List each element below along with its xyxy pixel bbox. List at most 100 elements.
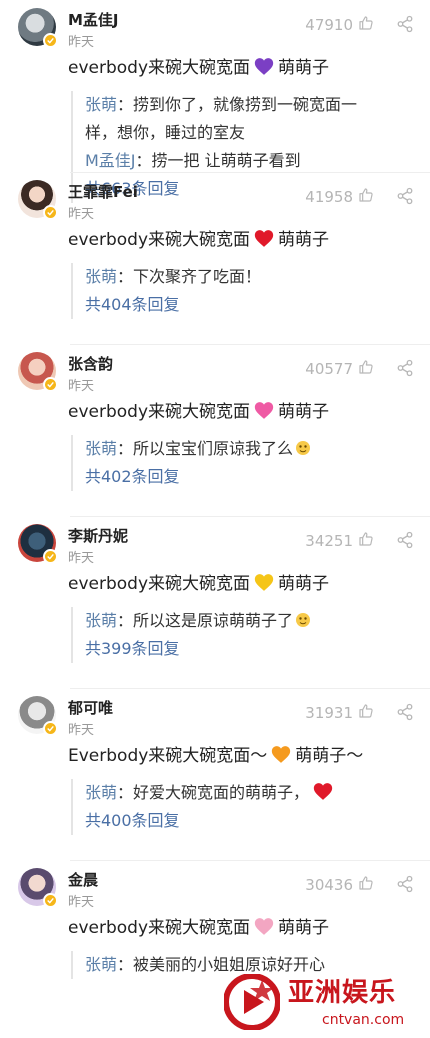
like-count: 34251 (305, 532, 353, 550)
reply-separator: ： (117, 267, 134, 286)
view-more-replies-link[interactable]: 共400条回复 (85, 807, 180, 835)
comment-text-part: everbody来碗大碗宽面 (68, 230, 251, 250)
username[interactable]: 王霏霏Fei (68, 181, 138, 202)
heart-emoji-icon (272, 746, 291, 763)
timestamp: 昨天 (68, 207, 95, 222)
reply-username[interactable]: M孟佳J (85, 151, 136, 170)
username[interactable]: 张含韵 (68, 353, 113, 374)
comment-text: everbody来碗大碗宽面 萌萌子 (68, 572, 414, 596)
reply-separator: ： (117, 95, 134, 114)
reply-line: 张萌：被美丽的小姐姐原谅好开心 (85, 951, 414, 979)
comment-item: 郁可唯昨天 31931 Everbody来碗大碗宽面～ 萌萌子～ 张萌：好爱大碗宽面的萌… (0, 688, 430, 860)
share-icon[interactable] (396, 359, 414, 377)
comment-text-part: everbody来碗大碗宽面 (68, 402, 251, 422)
verified-badge-icon (43, 205, 58, 220)
share-icon[interactable] (396, 531, 414, 549)
like-button[interactable]: 41958 (305, 187, 374, 207)
like-count: 31931 (305, 704, 353, 722)
username[interactable]: 郁可唯 (68, 697, 113, 718)
view-more-replies-link[interactable]: 共399条回复 (85, 635, 180, 663)
reply-text: 样，想你，睡过的室友 (85, 123, 246, 142)
verified-badge-icon (43, 377, 58, 392)
timestamp: 昨天 (68, 895, 95, 910)
comment-text: everbody来碗大碗宽面 萌萌子 (68, 228, 414, 252)
timestamp: 昨天 (68, 35, 95, 50)
comment-text-part: 萌萌子 (278, 574, 330, 594)
reply-thread: 张萌：所以宝宝们原谅我了么 共402条回复 (71, 435, 414, 491)
comment-text: everbody来碗大碗宽面 萌萌子 (68, 916, 414, 940)
comment-text: Everbody来碗大碗宽面～ 萌萌子～ (68, 744, 414, 768)
comment-item: 金晨昨天 30436 everbody来碗大碗宽面 萌萌子张萌：被美丽的小姐姐原谅好开… (0, 860, 430, 1032)
reply-line: M孟佳J：捞一把 让萌萌子看到 (85, 147, 414, 175)
like-button[interactable]: 31931 (305, 703, 374, 723)
reply-thread: 张萌：被美丽的小姐姐原谅好开心 (71, 951, 414, 979)
reply-username[interactable]: 张萌 (85, 783, 117, 802)
share-icon[interactable] (396, 15, 414, 33)
avatar[interactable] (18, 868, 58, 908)
reply-line: 样，想你，睡过的室友 (85, 119, 414, 147)
reply-separator: ： (135, 151, 152, 170)
thumbs-up-icon (358, 15, 374, 35)
like-button[interactable]: 47910 (305, 15, 374, 35)
reply-username[interactable]: 张萌 (85, 267, 117, 286)
like-button[interactable]: 34251 (305, 531, 374, 551)
share-icon[interactable] (396, 703, 414, 721)
reply-username[interactable]: 张萌 (85, 439, 117, 458)
comment-item: 李斯丹妮 昨天 34251 everbody来碗大碗宽面 萌萌子 张萌：所以这是原谅萌萌子… (0, 516, 430, 688)
comment-text-part: 萌萌子 (278, 230, 330, 250)
username[interactable]: M孟佳J (68, 9, 119, 30)
reply-line: 张萌：好爱大碗宽面的萌萌子， (85, 779, 414, 807)
verified-badge-icon (43, 33, 58, 48)
view-more-replies-link[interactable]: 共402条回复 (85, 463, 180, 491)
heart-emoji-icon (313, 783, 333, 800)
reply-line: 张萌：所以这是原谅萌萌子了 (85, 607, 414, 635)
heart-emoji-icon (254, 58, 274, 75)
reply-username[interactable]: 张萌 (85, 95, 117, 114)
thumbs-up-icon (358, 875, 374, 895)
avatar[interactable] (18, 352, 58, 392)
share-icon[interactable] (396, 875, 414, 893)
timestamp: 昨天 (68, 379, 95, 394)
comment-text-part: everbody来碗大碗宽面 (68, 58, 251, 78)
reply-username[interactable]: 张萌 (85, 611, 117, 630)
reply-text: 捞到你了，就像捞到一碗宽面一 (133, 95, 358, 114)
thumbs-up-icon (358, 187, 374, 207)
reply-text: 下次聚齐了吃面！ (133, 267, 262, 286)
comment-text-part: 萌萌子 (278, 402, 330, 422)
verified-badge-icon (43, 893, 58, 908)
comment-text-part: everbody来碗大碗宽面 (68, 574, 251, 594)
reply-thread: 张萌：好爱大碗宽面的萌萌子， 共400条回复 (71, 779, 414, 835)
avatar[interactable] (18, 524, 58, 564)
reply-text: 好爱大碗宽面的萌萌子， (133, 783, 310, 802)
username[interactable]: 金晨 (68, 869, 98, 890)
timestamp: 昨天 (68, 723, 95, 738)
comment-text-part: Everbody来碗大碗宽面～ (68, 746, 268, 766)
comment-feed: M孟佳J 昨天 47910 everbody来碗大碗宽面 萌萌子 张萌：捞到你了，就像捞到… (0, 0, 430, 1038)
reply-text: 所以这是原谅萌萌子了 (133, 611, 294, 630)
view-more-replies-link[interactable]: 共404条回复 (85, 291, 180, 319)
like-button[interactable]: 40577 (305, 359, 374, 379)
avatar[interactable] (18, 180, 58, 220)
comment-item: M孟佳J 昨天 47910 everbody来碗大碗宽面 萌萌子 张萌：捞到你了，就像捞到… (0, 0, 430, 203)
thumbs-up-icon (358, 359, 374, 379)
verified-badge-icon (43, 549, 58, 564)
thumbs-up-icon (358, 703, 374, 723)
heart-emoji-icon (254, 574, 274, 591)
like-count: 41958 (305, 188, 353, 206)
heart-emoji-icon (254, 402, 274, 419)
heart-emoji-icon (254, 918, 274, 935)
like-count: 40577 (305, 360, 353, 378)
reply-separator: ： (117, 783, 134, 802)
share-icon[interactable] (396, 187, 414, 205)
reply-username[interactable]: 张萌 (85, 955, 117, 974)
comment-text-part: 萌萌子 (278, 58, 330, 78)
like-button[interactable]: 30436 (305, 875, 374, 895)
reply-text: 捞一把 让萌萌子看到 (151, 151, 301, 170)
avatar[interactable] (18, 696, 58, 736)
like-count: 47910 (305, 16, 353, 34)
verified-badge-icon (43, 721, 58, 736)
comment-text: everbody来碗大碗宽面 萌萌子 (68, 400, 414, 424)
comment-item: 张含韵昨天 40577 everbody来碗大碗宽面 萌萌子张萌：所以宝宝们原谅我了么… (0, 344, 430, 516)
avatar[interactable] (18, 8, 58, 48)
username[interactable]: 李斯丹妮 (68, 525, 128, 546)
